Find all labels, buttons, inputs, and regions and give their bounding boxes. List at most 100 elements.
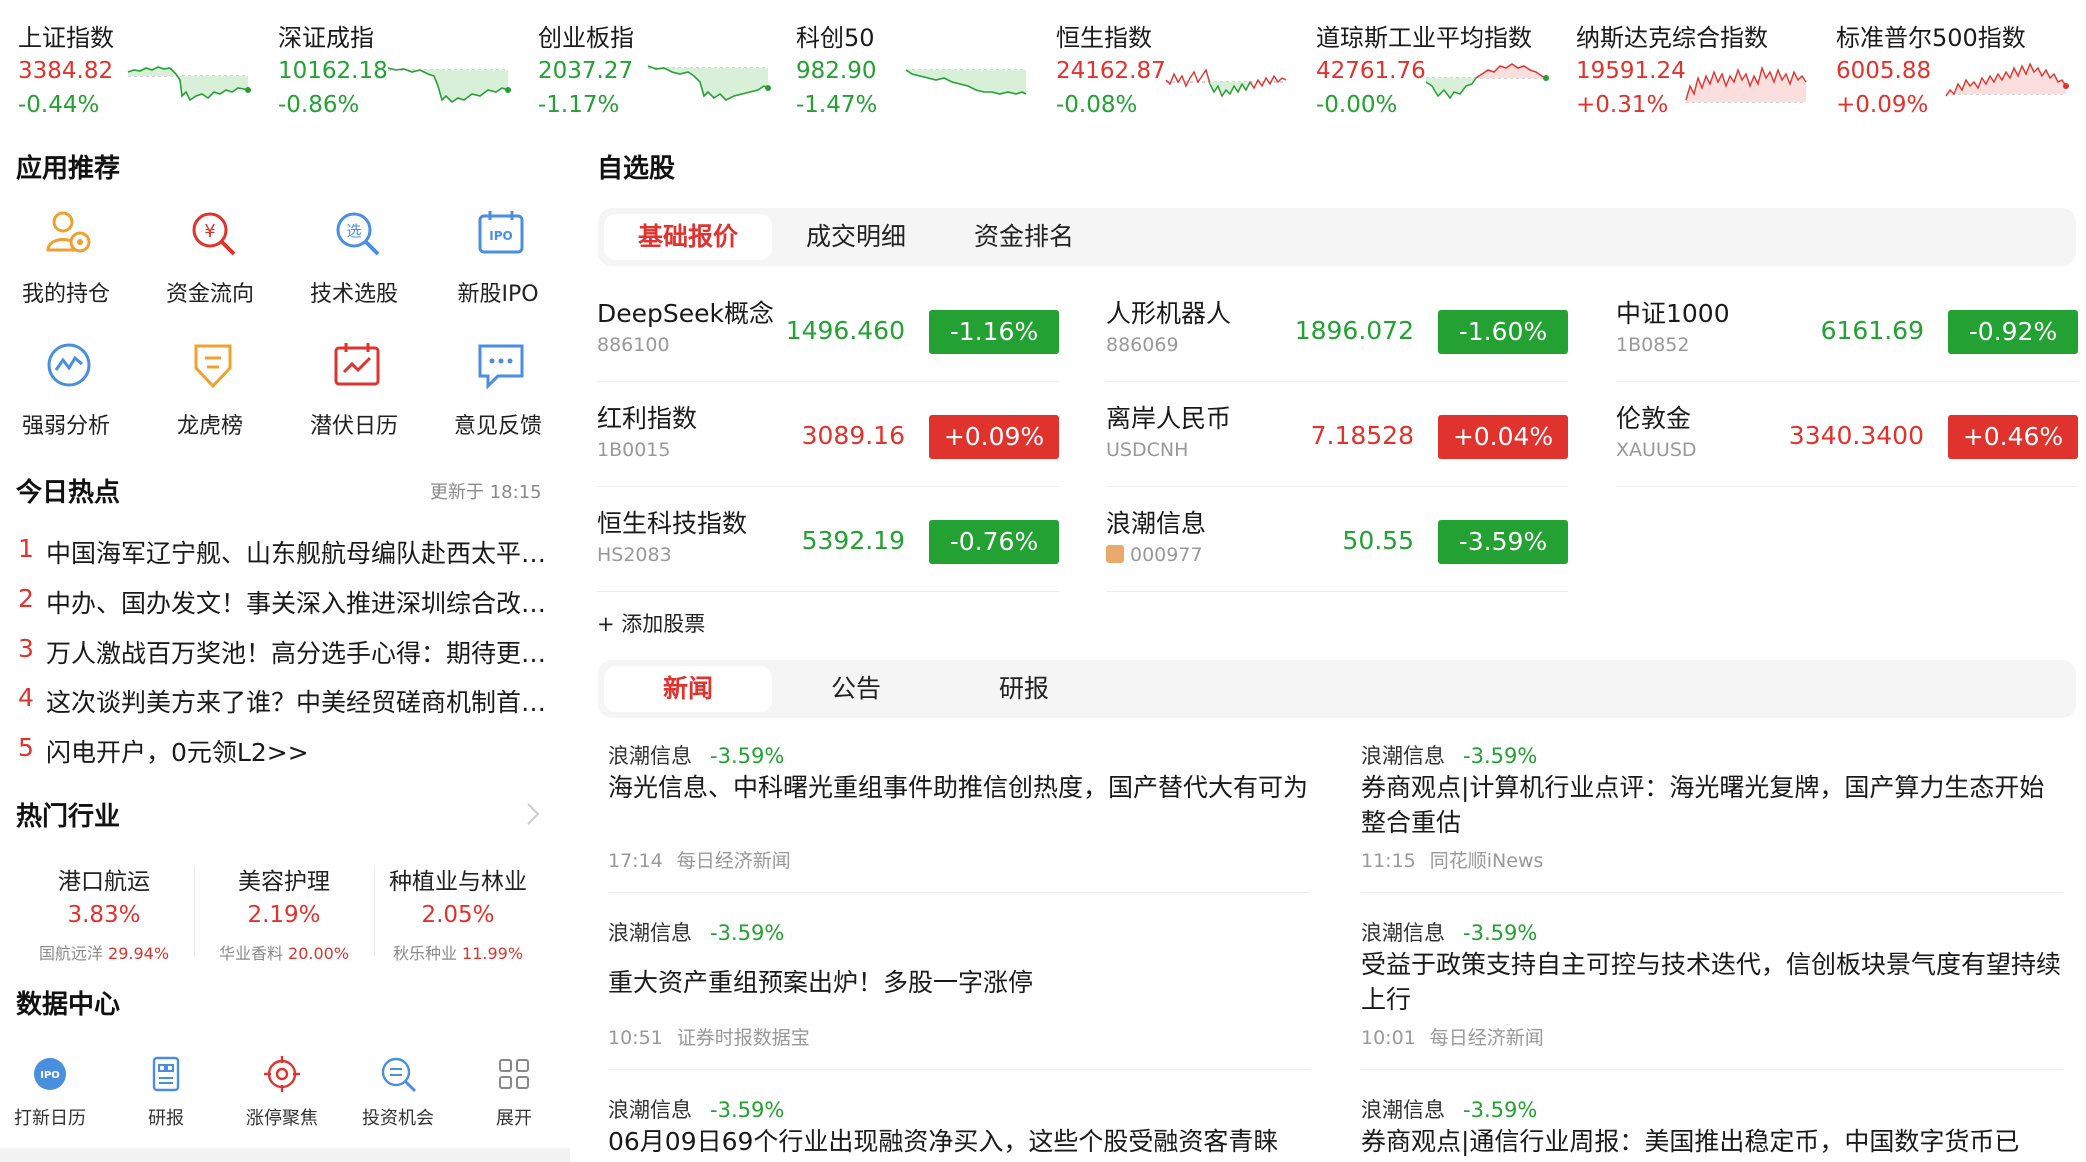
watchlist-item[interactable]: DeepSeek概念 886100 1496.460 -1.16% [597,278,1059,382]
news-title: 重大资产重组预案出炉！多股一字涨停 [608,968,1034,997]
industry-card[interactable]: 种植业与林业 2.05% 秋乐种业 11.99% [370,858,546,968]
data-center-ipo-calendar[interactable]: IPO 打新日历 [0,1054,108,1134]
index-value: 10162.18 [278,58,388,84]
index-value: 2037.27 [538,58,634,84]
stock-name: 人形机器人 [1106,299,1232,328]
news-title: 券商观点|通信行业周报：美国推出稳定币，中国数字货币已 [1361,1127,2020,1156]
chevron-right-icon[interactable] [526,802,540,826]
index-value: 6005.88 [1836,58,1932,84]
industry-card[interactable]: 港口航运 3.83% 国航远洋 29.94% [16,858,192,968]
news-item[interactable]: 浪潮信息 -3.59% 海光信息、中科曙光重组事件助推信创热度，国产替代大有可为 … [598,740,1308,900]
stock-code: USDCNH [1106,439,1189,461]
watchlist-item[interactable]: 人形机器人 886069 1896.072 -1.60% [1106,278,1568,382]
tab-news[interactable]: 新闻 [604,666,772,712]
news-stock-name: 浪潮信息 [1361,1098,1445,1122]
stock-change-badge: +0.09% [929,415,1059,459]
app-strength-analysis[interactable]: 强弱分析 [0,340,132,450]
data-center-opportunity[interactable]: 投资机会 [340,1054,456,1134]
watchlist-tabbar: 基础报价 成交明细 资金排名 [598,208,2076,266]
industry-name: 港口航运 [58,869,150,895]
tab-research[interactable]: 研报 [940,666,1108,712]
index-card[interactable]: 深证成指 10162.18 -0.86% [278,14,523,124]
hot-item[interactable]: 4 这次谈判美方来了谁？中美经贸磋商机制首次会议 [18,683,558,723]
watchlist-item[interactable]: 浪潮信息 000977 50.55 -3.59% [1106,488,1568,592]
divider [1361,892,2063,893]
news-tabbar: 新闻 公告 研报 [598,660,2076,718]
watchlist-item[interactable]: 中证1000 1B0852 6161.69 -0.92% [1616,278,2078,382]
index-card[interactable]: 恒生指数 24162.87 -0.08% [1056,14,1301,124]
data-center-research[interactable]: 研报 [108,1054,224,1134]
data-center-label: 投资机会 [362,1108,434,1129]
index-sparkline [387,67,511,104]
hot-item[interactable]: 2 中办、国办发文！事关深入推进深圳综合改革试点 [18,584,558,624]
ipo-calendar-icon: IPO [34,1058,66,1090]
watchlist-item[interactable]: 伦敦金 XAUUSD 3340.3400 +0.46% [1616,383,2078,487]
index-name: 科创50 [796,24,875,52]
app-dragon-tiger[interactable]: 龙虎榜 [144,340,276,450]
stock-name: 红利指数 [597,404,698,433]
industry-name: 美容护理 [238,869,330,895]
watchlist-item[interactable]: 红利指数 1B0015 3089.16 +0.09% [597,383,1059,487]
news-stock-change: -3.59% [710,921,785,945]
index-name: 标准普尔500指数 [1836,24,2026,52]
index-sparkline [1165,68,1287,98]
index-card[interactable]: 标准普尔500指数 6005.88 +0.09% [1836,14,2081,124]
watchlist-item[interactable]: 离岸人民币 USDCNH 7.18528 +0.04% [1106,383,1568,487]
index-card[interactable]: 道琼斯工业平均指数 42761.76 -0.00% [1316,14,1561,124]
app-feedback[interactable]: 意见反馈 [432,340,564,450]
stock-price: 1896.072 [1294,316,1414,345]
index-card[interactable]: 上证指数 3384.82 -0.44% [18,14,263,124]
stock-name: 伦敦金 [1616,404,1692,433]
tab-basic-quote[interactable]: 基础报价 [604,214,772,260]
industry-leader-change: 11.99% [462,944,524,963]
news-item[interactable]: 浪潮信息 -3.59% 券商观点|计算机行业点评：海光曙光复牌，国产算力生态开始整… [1351,740,2061,900]
industry-card[interactable]: 美容护理 2.19% 华业香料 20.00% [196,858,372,968]
index-sparkline [1685,65,1807,103]
app-new-ipo[interactable]: IPO 新股IPO [432,208,564,318]
stock-price: 3340.3400 [1788,421,1924,450]
data-center-limit-up[interactable]: 涨停聚焦 [224,1054,340,1134]
data-center-expand[interactable]: 展开 [456,1054,572,1134]
watchlist-title: 自选股 [597,154,676,184]
stock-change-badge: +0.04% [1438,415,1568,459]
news-item[interactable]: 浪潮信息 -3.59% 重大资产重组预案出炉！多股一字涨停 10:51 证券时报数据… [598,917,1308,1077]
svg-text:IPO: IPO [40,1070,60,1081]
hot-item[interactable]: 1 中国海军辽宁舰、山东舰航母编队赴西太平洋训练 [18,534,558,574]
index-sparkline [1425,63,1549,100]
calendar-icon [334,343,380,386]
app-fund-flow[interactable]: ¥ 资金流向 [144,208,276,318]
app-my-holdings[interactable]: 我的持仓 [0,208,132,318]
industry-leader: 华业香料 [218,944,283,963]
news-item[interactable]: 浪潮信息 -3.59% 受益于政策支持自主可控与技术迭代，信创板块景气度有望持续上… [1351,917,2061,1077]
news-stock-change: -3.59% [1463,744,1538,768]
stock-price: 7.18528 [1310,421,1414,450]
news-item[interactable]: 浪潮信息 -3.59% 券商观点|通信行业周报：美国推出稳定币，中国数字货币已 [1351,1094,2061,1162]
index-card[interactable]: 科创50 982.90 -1.47% [796,14,1041,124]
tab-fund-ranking[interactable]: 资金排名 [940,214,1108,260]
stock-picker-icon: 选 [336,212,380,256]
feedback-icon [478,344,524,390]
industry-leader-change: 20.00% [288,944,350,963]
hot-item[interactable]: 5 闪电开户，0元领L2>> [18,733,558,773]
index-card[interactable]: 创业板指 2037.27 -1.17% [538,14,783,124]
tab-announcements[interactable]: 公告 [772,666,940,712]
stock-name: 浪潮信息 [1106,509,1207,538]
index-change: -1.17% [538,92,620,118]
add-stock-button[interactable]: + 添加股票 [597,608,705,638]
app-calendar[interactable]: 潜伏日历 [288,340,420,450]
news-title: 券商观点|计算机行业点评：海光曙光复牌，国产算力生态开始整合重估 [1361,773,2045,837]
tab-trade-detail[interactable]: 成交明细 [772,214,940,260]
industry-leader: 秋乐种业 [392,944,457,963]
margin-tag-icon [1106,545,1124,563]
app-stock-picker[interactable]: 选 技术选股 [288,208,420,318]
app-label: 新股IPO [457,282,539,307]
data-center-label: 展开 [496,1108,532,1129]
news-item[interactable]: 浪潮信息 -3.59% 06月09日69个行业出现融资净买入，这些个股受融资客青睐 [598,1094,1308,1162]
index-name: 深证成指 [278,24,374,52]
index-card[interactable]: 纳斯达克综合指数 19591.24 +0.31% [1576,14,1821,124]
industries-section-title: 热门行业 [16,802,121,832]
hot-item[interactable]: 3 万人激战百万奖池！高分选手心得：期待更多机会 [18,634,558,674]
stock-change-badge: -0.92% [1948,310,2078,354]
watchlist-item[interactable]: 恒生科技指数 HS2083 5392.19 -0.76% [597,488,1059,592]
news-time: 11:15 [1361,850,1416,872]
